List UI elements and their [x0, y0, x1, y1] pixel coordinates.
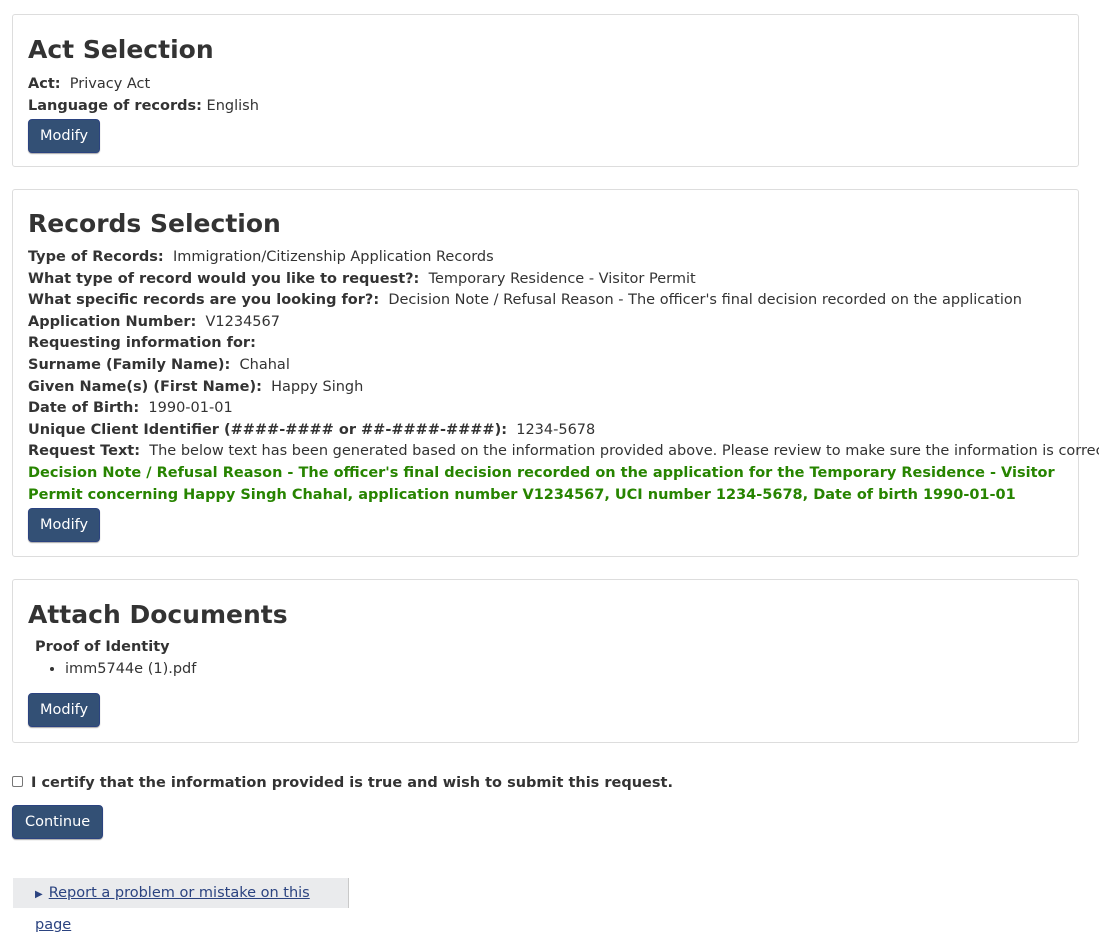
record-label: Requesting information for:	[28, 335, 256, 352]
modify-act-button[interactable]: Modify	[28, 119, 101, 154]
modify-documents-button[interactable]: Modify	[28, 693, 101, 727]
records-selection-title: Records Selection	[28, 209, 281, 238]
record-row: What specific records are you looking fo…	[28, 290, 1063, 312]
record-value: Immigration/Citizenship Application Reco…	[172, 249, 494, 265]
record-value: Happy Singh	[271, 378, 364, 395]
language-label: Language of records:	[28, 97, 202, 114]
record-value: Chahal	[239, 356, 290, 373]
record-label: Surname (Family Name):	[28, 356, 231, 373]
record-label: Unique Client Identifier (####-#### or #…	[28, 421, 507, 438]
report-problem-label: Report a problem or mistake on this page	[35, 885, 310, 933]
modify-records-button[interactable]: Modify	[28, 508, 101, 543]
record-value: 1234-5678	[516, 421, 596, 438]
certify-label: I certify that the information provided …	[31, 775, 673, 791]
act-selection-title: Act Selection	[28, 35, 214, 64]
certify-row[interactable]: I certify that the information provided …	[12, 775, 673, 791]
proof-of-identity: Proof of Identity imm5744e (1).pdf	[28, 637, 1063, 680]
attach-documents-title: Attach Documents	[28, 600, 288, 629]
act-label: Act:	[28, 76, 61, 92]
record-row: Given Name(s) (First Name): Happy Singh	[28, 377, 1063, 399]
continue-button[interactable]: Continue	[12, 805, 104, 839]
record-row: Application Number: V1234567	[28, 312, 1063, 334]
act-row: Act: Privacy Act	[28, 74, 1063, 96]
record-row: Unique Client Identifier (####-#### or #…	[28, 420, 1063, 442]
request-text: Decision Note / Refusal Reason - The off…	[28, 464, 1055, 503]
record-row: Request Text: The below text has been ge…	[28, 441, 1099, 463]
record-value: V1234567	[205, 313, 280, 330]
record-label: Type of Records:	[28, 249, 164, 265]
record-label: What type of record would you like to re…	[28, 270, 420, 287]
record-row: Surname (Family Name): Chahal	[28, 355, 1063, 377]
record-value: 1990-01-01	[148, 400, 233, 417]
proof-heading: Proof of Identity	[35, 639, 170, 655]
record-row: What type of record would you like to re…	[28, 269, 1063, 291]
record-label: What specific records are you looking fo…	[28, 292, 380, 309]
record-label: Date of Birth:	[28, 400, 140, 417]
report-problem-link[interactable]: ▶ Report a problem or mistake on this pag…	[13, 878, 349, 933]
record-label: Application Number:	[28, 313, 197, 330]
act-value: Privacy Act	[69, 76, 151, 92]
record-row: Date of Birth: 1990-01-01	[28, 398, 1063, 420]
record-value: Decision Note / Refusal Reason - The off…	[388, 292, 1022, 309]
file-list: imm5744e (1).pdf	[35, 658, 1063, 680]
record-label: Given Name(s) (First Name):	[28, 378, 262, 395]
records-selection-panel: Records Selection Type of Records: Immig…	[12, 189, 1099, 557]
language-value: English	[206, 97, 259, 114]
record-value: The below text has been generated based …	[149, 443, 1099, 460]
certify-checkbox[interactable]	[12, 776, 23, 787]
triangle-right-icon: ▶	[35, 889, 43, 900]
act-selection-panel: Act Selection Act: Privacy Act Language …	[12, 14, 1079, 167]
record-value: Temporary Residence - Visitor Permit	[428, 270, 696, 287]
records-details: Type of Records: Immigration/Citizenship…	[28, 247, 1099, 463]
file-item: imm5744e (1).pdf	[65, 658, 1063, 680]
attach-documents-panel: Attach Documents Proof of Identity imm57…	[12, 579, 1079, 743]
record-label: Request Text:	[28, 443, 141, 460]
record-row: Type of Records: Immigration/Citizenship…	[28, 247, 1063, 269]
language-row: Language of records: English	[28, 96, 1063, 118]
record-row: Requesting information for:	[28, 333, 1063, 355]
